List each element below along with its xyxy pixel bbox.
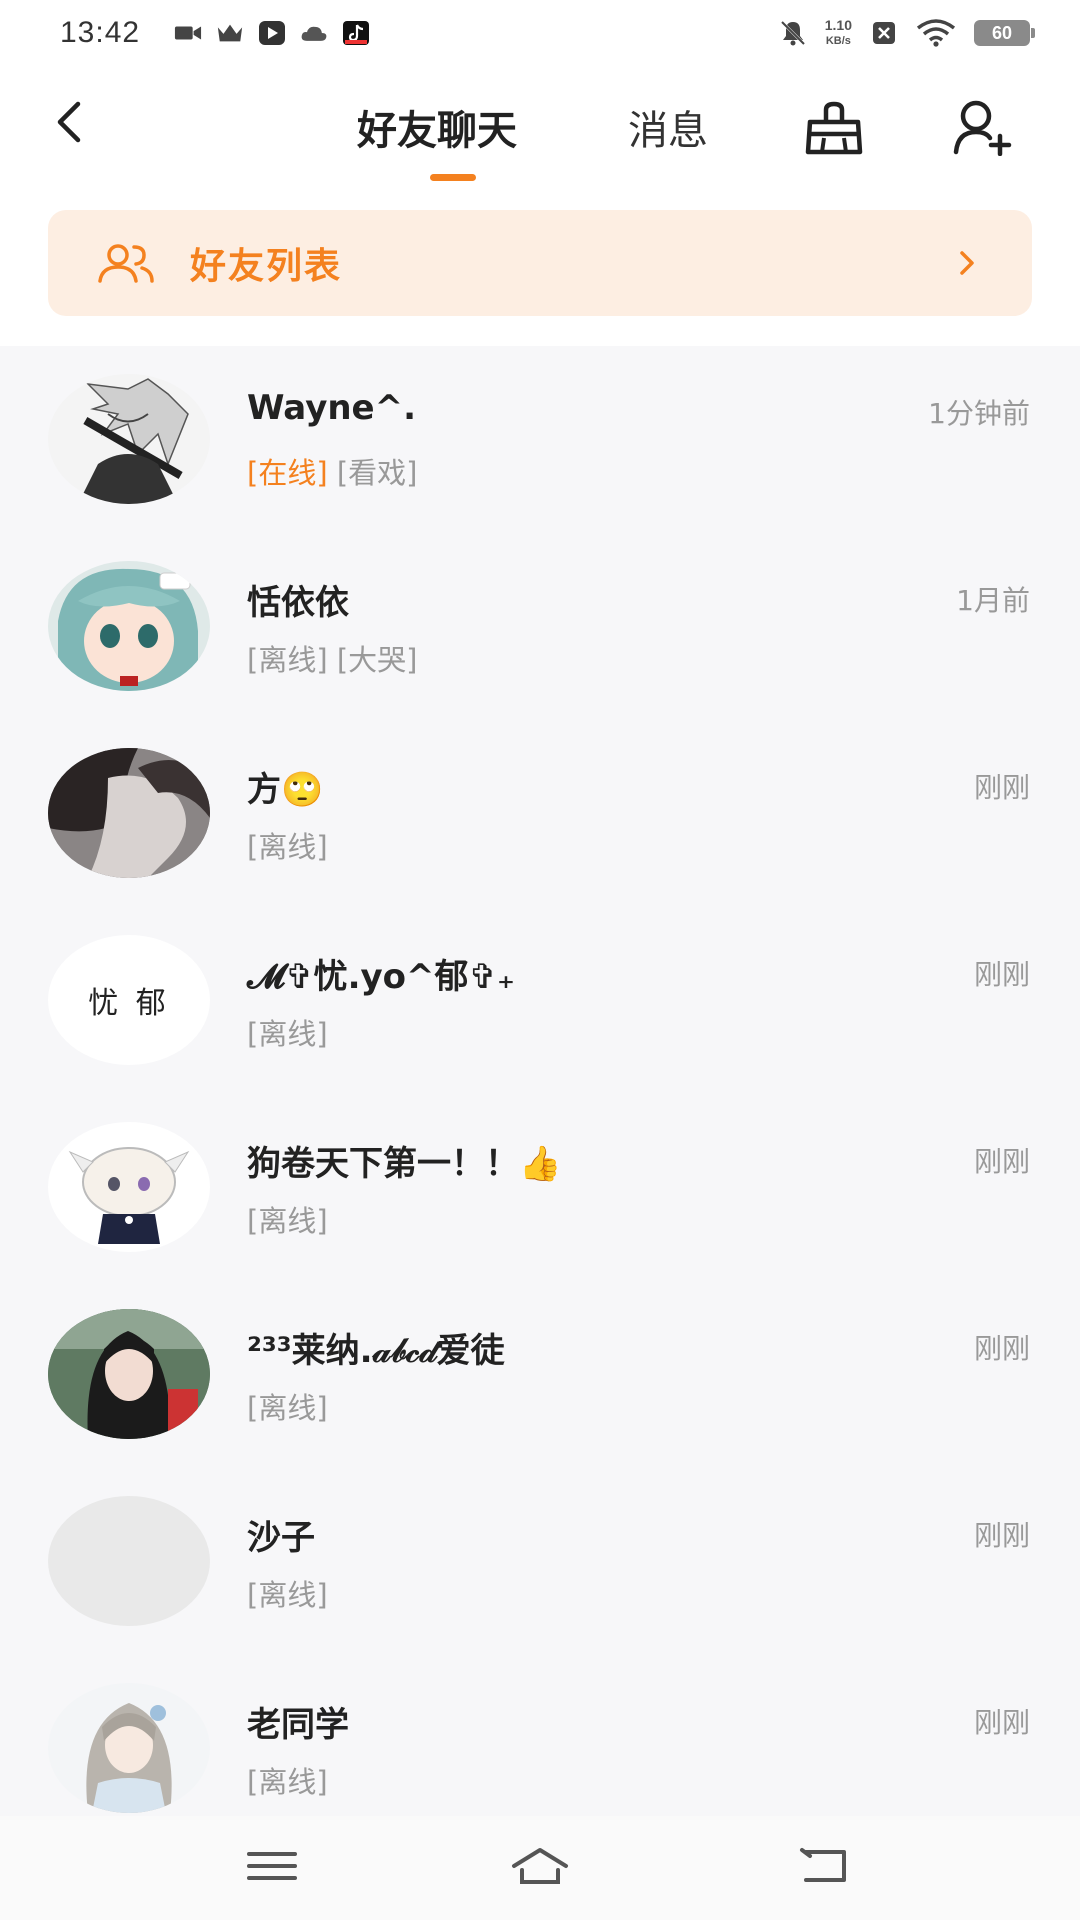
back-nav-icon — [800, 1848, 846, 1882]
avatar — [48, 561, 210, 691]
online-tag: [离线] — [247, 1204, 328, 1238]
status-tag: [大哭] — [336, 643, 418, 677]
online-tag: [离线] — [247, 1391, 328, 1425]
list-item[interactable]: 沙子 [离线] 刚刚 — [0, 1468, 1080, 1655]
avatar — [48, 1683, 210, 1813]
friends-icon — [98, 244, 154, 283]
system-nav-bar — [0, 1816, 1080, 1920]
play-app-icon — [258, 20, 286, 46]
friend-name: ²³³莱纳.𝒶𝒷𝒸𝒹爱徒 — [247, 1331, 505, 1371]
add-friend-icon — [953, 100, 1012, 157]
screen: 13:42 1.10 KB/s 60 好友聊天 消息 好友列表 Wayne^. … — [0, 0, 1080, 1920]
battery-icon: 60 — [974, 20, 1035, 46]
net-speed: 1.10 KB/s — [825, 18, 852, 48]
friend-status: [离线] — [247, 1385, 328, 1427]
friend-status: [离线] — [247, 1198, 328, 1240]
list-item[interactable]: Wayne^. [在线] [看戏] 1分钟前 — [0, 346, 1080, 533]
system-icons: 1.10 KB/s 60 — [779, 18, 1035, 48]
top-nav: 好友聊天 消息 — [0, 80, 1080, 190]
net-speed-value: 1.10 — [824, 17, 852, 33]
tab-messages[interactable]: 消息 — [628, 98, 708, 156]
avatar-calligraphy: 忧 郁 — [88, 986, 170, 1021]
tab-friends-chat[interactable]: 好友聊天 — [357, 98, 517, 156]
avatar — [48, 1122, 210, 1252]
friend-list-label: 好友列表 — [190, 246, 343, 287]
friend-name: 方🙄 — [247, 770, 324, 810]
last-active-time: 刚刚 — [973, 1332, 1030, 1365]
list-item[interactable]: 忧 郁 𝓜✞忧.yo^郁✞₊ [离线] 刚刚 — [0, 907, 1080, 1094]
online-tag: [离线] — [247, 1578, 328, 1612]
clean-icon — [805, 101, 863, 155]
cloud-icon — [300, 20, 328, 46]
last-active-time: 1月前 — [956, 584, 1030, 617]
list-item[interactable]: 狗卷天下第一！！👍 [离线] 刚刚 — [0, 1094, 1080, 1281]
friend-name: Wayne^. — [247, 388, 417, 428]
last-active-time: 刚刚 — [973, 1145, 1030, 1178]
chevron-right-icon — [960, 251, 974, 275]
avatar — [48, 1309, 210, 1439]
online-tag: [在线] — [247, 456, 328, 490]
home-icon — [512, 1848, 568, 1884]
back-nav-button[interactable] — [798, 1844, 854, 1888]
status-tag: [看戏] — [336, 456, 418, 490]
last-active-time: 刚刚 — [973, 958, 1030, 991]
crown-icon — [216, 20, 244, 46]
back-icon — [57, 101, 81, 143]
list-item[interactable]: ²³³莱纳.𝒶𝒷𝒸𝒹爱徒 [离线] 刚刚 — [0, 1281, 1080, 1468]
mute-bell-icon — [779, 20, 807, 46]
last-active-time: 刚刚 — [973, 1519, 1030, 1552]
friend-status: [离线] — [247, 824, 328, 866]
friend-status: [离线] — [247, 1572, 328, 1614]
menu-button[interactable] — [245, 1844, 301, 1888]
last-active-time: 刚刚 — [973, 1706, 1030, 1739]
net-speed-unit: KB/s — [825, 35, 851, 47]
friend-name: 老同学 — [247, 1705, 349, 1745]
add-friend-button[interactable] — [952, 98, 1014, 157]
friend-name: 沙子 — [247, 1518, 315, 1558]
avatar — [48, 1496, 210, 1626]
last-active-time: 刚刚 — [973, 771, 1030, 804]
friend-status: [离线] [大哭] — [247, 637, 418, 679]
avatar — [48, 748, 210, 878]
status-bar: 13:42 1.10 KB/s 60 — [0, 0, 1080, 66]
wifi-icon — [916, 19, 956, 47]
list-item[interactable]: 恬依依 [离线] [大哭] 1月前 — [0, 533, 1080, 720]
online-tag: [离线] — [247, 643, 328, 677]
sim-off-icon — [870, 20, 898, 46]
avatar: 忧 郁 — [48, 935, 210, 1065]
last-active-time: 1分钟前 — [928, 397, 1030, 430]
notification-icons — [174, 20, 370, 46]
friend-chat-list: Wayne^. [在线] [看戏] 1分钟前 恬依依 [离线] [大哭] 1月前 — [0, 346, 1080, 1816]
friend-status: [在线] [看戏] — [247, 450, 418, 492]
friend-list-banner[interactable]: 好友列表 — [48, 210, 1032, 316]
home-button[interactable] — [510, 1844, 570, 1888]
active-tab-indicator — [430, 174, 476, 181]
avatar — [48, 374, 210, 504]
status-time: 13:42 — [60, 16, 141, 49]
friend-name: 狗卷天下第一！！👍 — [247, 1144, 562, 1184]
clean-button[interactable] — [802, 100, 866, 156]
online-tag: [离线] — [247, 830, 328, 864]
list-item[interactable]: 方🙄 [离线] 刚刚 — [0, 720, 1080, 907]
friend-name: 𝓜✞忧.yo^郁✞₊ — [247, 957, 515, 997]
friend-status: [离线] — [247, 1759, 328, 1801]
list-item[interactable]: 老同学 [离线] 刚刚 — [0, 1655, 1080, 1816]
menu-icon — [247, 1852, 297, 1880]
friend-name: 恬依依 — [247, 583, 349, 623]
online-tag: [离线] — [247, 1017, 328, 1051]
back-button[interactable] — [48, 100, 92, 144]
tiktok-icon — [342, 20, 370, 46]
friend-status: [离线] — [247, 1011, 328, 1053]
video-icon — [174, 20, 202, 46]
online-tag: [离线] — [247, 1765, 328, 1799]
